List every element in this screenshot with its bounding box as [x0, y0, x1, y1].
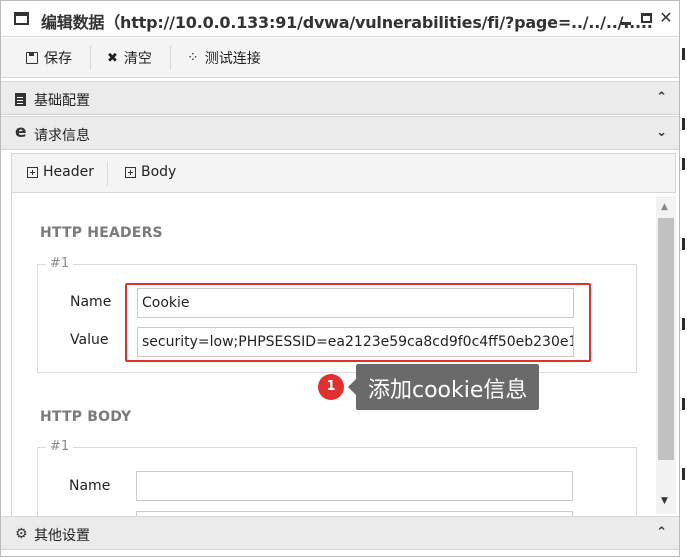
window-title: 编辑数据（http://10.0.0.133:91/dvwa/vulnerabi… [41, 13, 653, 32]
tab-body-label: Body [141, 164, 177, 180]
test-connection-button[interactable]: ⁘ 测试连接 [187, 48, 261, 68]
scroll-up-arrow-icon[interactable]: ▲ [661, 202, 668, 212]
step-badge: 1 [318, 374, 344, 400]
body-name-input[interactable] [136, 471, 573, 501]
annotation-tooltip: 添加cookie信息 [347, 364, 540, 410]
toolbar: 保存 ✖ 清空 ⁘ 测试连接 [1, 38, 679, 78]
header-value-input[interactable]: security=low;PHPSESSID=ea2123e59ca8cd9f0… [137, 327, 574, 357]
close-button[interactable]: ✕ [657, 8, 675, 27]
scroll-down-arrow-icon[interactable]: ▼ [661, 496, 668, 506]
toolbar-divider [90, 46, 91, 70]
accordion-other-label: 其他设置 [34, 528, 90, 544]
maximize-icon [640, 13, 652, 23]
minimize-icon [621, 22, 631, 25]
test-connection-label: 测试连接 [204, 51, 261, 67]
annotation-callout: 1 添加cookie信息 [318, 364, 540, 410]
save-button[interactable]: 保存 [26, 48, 72, 68]
document-icon [15, 91, 26, 110]
browser-e-icon: e [15, 122, 27, 142]
maximize-button[interactable] [637, 8, 655, 27]
plus-square-icon [125, 166, 136, 178]
header-fieldset: #1 Name Cookie Value security=low;PHPSES… [37, 256, 637, 373]
plus-square-icon [27, 166, 38, 178]
body-legend: #1 [46, 439, 74, 454]
chevron-up-icon[interactable]: ⌃ [656, 525, 667, 540]
header-name-input[interactable]: Cookie [137, 288, 574, 318]
header-name-label: Name [70, 294, 112, 310]
toolbar-divider [170, 46, 171, 70]
accordion-basic-label: 基础配置 [34, 93, 90, 109]
save-label: 保存 [44, 51, 72, 67]
subtab-divider [107, 162, 108, 186]
accordion-request-info[interactable]: e 请求信息 ⌄ [1, 116, 679, 150]
chevron-up-icon[interactable]: ⌃ [656, 90, 667, 105]
http-body-title: HTTP BODY [40, 409, 132, 425]
clear-icon: ✖ [107, 50, 118, 66]
chevron-down-icon[interactable]: ⌄ [656, 125, 667, 140]
tab-body[interactable]: Body [125, 164, 176, 180]
vertical-scrollbar[interactable]: ▲ ▼ [656, 196, 676, 514]
request-content-panel: HTTP HEADERS #1 Name Cookie Value securi… [11, 193, 676, 516]
background-edge [680, 0, 687, 557]
http-headers-title: HTTP HEADERS [40, 225, 163, 241]
spinner-icon: ⁘ [187, 50, 199, 66]
window-icon [14, 12, 29, 25]
accordion-other-settings[interactable]: ⚙ 其他设置 ⌃ [1, 516, 679, 550]
clear-button[interactable]: ✖ 清空 [107, 48, 152, 68]
accordion-basic-config[interactable]: 基础配置 ⌃ [1, 81, 679, 115]
tab-header-label: Header [43, 164, 94, 180]
clear-label: 清空 [123, 51, 152, 67]
header-legend: #1 [46, 256, 74, 271]
gears-icon: ⚙ [15, 526, 28, 542]
accordion-request-label: 请求信息 [34, 128, 90, 144]
edit-data-window: 编辑数据（http://10.0.0.133:91/dvwa/vulnerabi… [0, 0, 680, 557]
scrollbar-thumb[interactable] [658, 218, 674, 460]
minimize-button[interactable] [617, 8, 635, 29]
body-name-label: Name [69, 478, 111, 494]
header-value-label: Value [70, 332, 109, 348]
save-icon [26, 52, 38, 64]
title-bar[interactable]: 编辑数据（http://10.0.0.133:91/dvwa/vulnerabi… [1, 1, 679, 37]
tab-header[interactable]: Header [27, 164, 94, 180]
request-subtabs: Header Body [11, 153, 676, 193]
